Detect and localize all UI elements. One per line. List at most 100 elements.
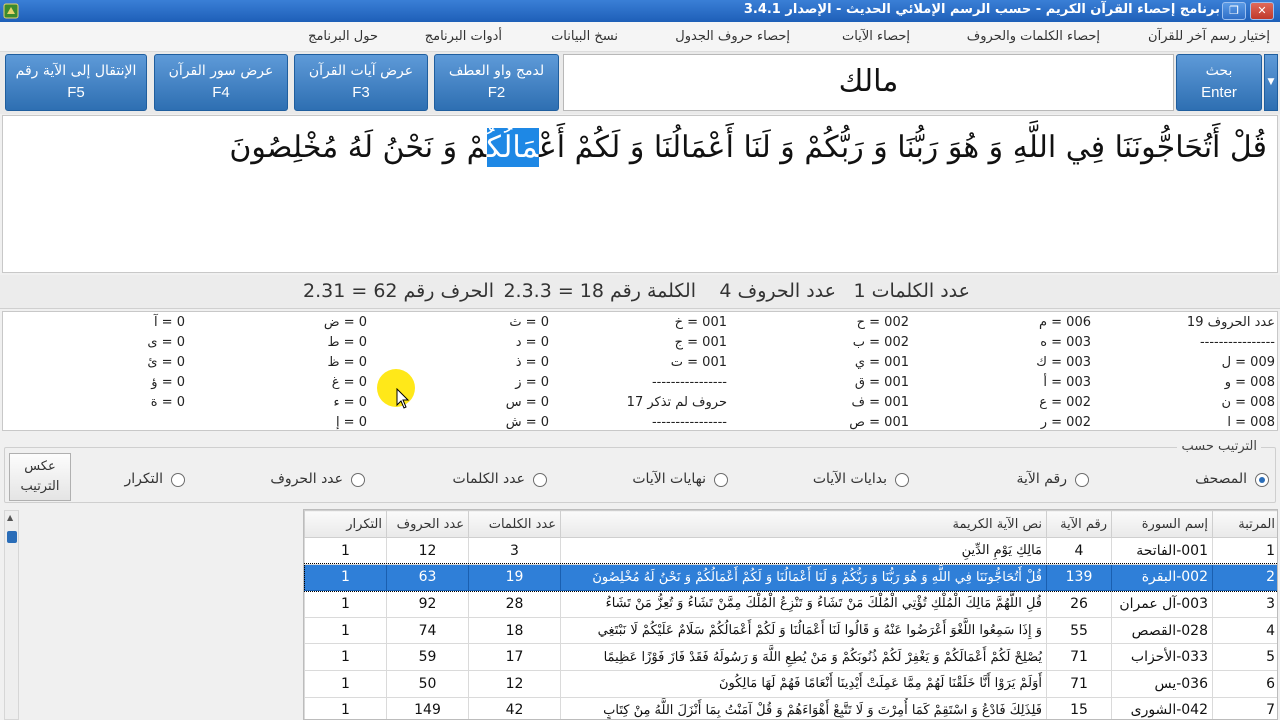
cell-rank: 5	[1212, 643, 1277, 671]
show-verses-button[interactable]: عرض آيات القرآن F3	[294, 54, 428, 111]
count-cell: 006 = م	[1038, 315, 1091, 330]
vertical-scrollbar[interactable]: ▲	[4, 510, 19, 720]
sort-group: الترتيب حسب المصحف رقم الآية بدايات الآي…	[4, 439, 1276, 503]
col-sura-name[interactable]: إسم السورة	[1111, 510, 1213, 538]
count-cell: 0 = ط	[327, 335, 367, 350]
show-suras-key: F4	[212, 84, 230, 101]
table-row-selected[interactable]: 1 63 19 قُلْ أَتُحَاجُّونَنَا فِي اللَّه…	[304, 563, 1277, 592]
count-cell: 002 = ح	[856, 315, 909, 330]
menu-count-table-letters[interactable]: إحصاء حروف الجدول	[675, 29, 790, 44]
merge-waw-button[interactable]: لدمج واو العطف F2	[434, 54, 559, 111]
table-row[interactable]: 1 50 12 أَوَلَمْ يَرَوْا أَنَّا خَلَقْنَ…	[304, 669, 1277, 698]
cell-rank: 2	[1212, 563, 1277, 592]
count-cell: 003 = ك	[1036, 355, 1091, 370]
table-row[interactable]: 1 149 42 فَلِذَلِكَ فَادْعُ وَ اسْتَقِمْ…	[304, 696, 1277, 719]
cell-sura-name: 002-البقرة	[1111, 563, 1213, 592]
verse-display[interactable]: قُلْ أَتُحَاجُّونَنَا فِي اللَّهِ وَ هُو…	[2, 115, 1278, 273]
table-row[interactable]: 1 12 3 مَالِكِ يَوْمِ الدِّينِ 4 001-الف…	[304, 537, 1277, 565]
menu-copy-data[interactable]: نسخ البيانات	[551, 29, 618, 44]
show-suras-button[interactable]: عرض سور القرآن F4	[154, 54, 288, 111]
col-repetition[interactable]: التكرار	[304, 510, 387, 538]
goto-verse-key: F5	[67, 84, 85, 101]
count-cell: 001 = ج	[674, 335, 727, 350]
sort-option-repetition[interactable]: التكرار	[105, 470, 185, 490]
col-verse-text[interactable]: نص الآية الكريمة	[560, 510, 1047, 538]
sort-option-word-count[interactable]: عدد الكلمات	[447, 470, 547, 490]
sort-option-verse-starts[interactable]: بدايات الآيات	[799, 470, 909, 490]
cell-verse-number: 26	[1046, 590, 1112, 618]
radio-circle	[351, 473, 365, 487]
count-cell: ----------------	[1199, 335, 1275, 350]
count-cell: 002 = ب	[852, 335, 909, 350]
table-row[interactable]: 1 74 18 وَ إِذَا سَمِعُوا اللَّغْوَ أَعْ…	[304, 616, 1277, 645]
cell-verse-text: أَوَلَمْ يَرَوْا أَنَّا خَلَقْنَا لَهُمْ…	[560, 669, 1047, 698]
goto-verse-button[interactable]: الإنتقال إلى الآية رقم F5	[5, 54, 147, 111]
count-cell: 0 = د	[515, 335, 549, 350]
count-cell: 0 = آ	[153, 315, 185, 330]
cell-rank: 3	[1212, 590, 1277, 618]
cell-repetition: 1	[304, 563, 387, 592]
search-input[interactable]: مالك	[563, 54, 1174, 111]
cell-sura-name: 001-الفاتحة	[1111, 537, 1213, 565]
verse-text-after: مْ وَ نَحْنُ لَهُ مُخْلِصُونَ	[229, 130, 487, 165]
sort-option-letter-count[interactable]: عدد الحروف	[265, 470, 365, 490]
window-title: برنامج إحصاء القرآن الكريم - حسب الرسم ا…	[743, 2, 1220, 17]
menu-count-verses[interactable]: إحصاء الآيات	[842, 29, 910, 44]
radio-circle	[171, 473, 185, 487]
count-cell: عدد الحروف 19	[1186, 315, 1275, 330]
menu-program-tools[interactable]: أدوات البرنامج	[425, 29, 502, 44]
verse-text-before: قُلْ أَتُحَاجُّونَنَا فِي اللَّهِ وَ هُو…	[538, 130, 1267, 165]
col-letter-count[interactable]: عدد الحروف	[386, 510, 469, 538]
col-verse-number[interactable]: رقم الآية	[1046, 510, 1112, 538]
count-cell: 0 = ء	[333, 395, 367, 410]
table-row[interactable]: 1 59 17 يُصْلِحْ لَكُمْ أَعْمَالَكُمْ وَ…	[304, 643, 1277, 671]
sort-option-label: عدد الحروف	[270, 471, 343, 487]
close-icon[interactable]: ✕	[1250, 2, 1274, 20]
merge-waw-label: لدمج واو العطف	[448, 63, 545, 79]
col-word-count[interactable]: عدد الكلمات	[468, 510, 561, 538]
cell-verse-text: يُصْلِحْ لَكُمْ أَعْمَالَكُمْ وَ يَغْفِر…	[560, 643, 1047, 671]
cell-repetition: 1	[304, 696, 387, 719]
cell-verse-text: قُلِ اللَّهُمَّ مَالِكَ الْمُلْكِ تُؤْتِ…	[560, 590, 1047, 618]
menu-count-words-letters[interactable]: إحصاء الكلمات والحروف	[967, 29, 1100, 44]
cell-word-count: 18	[468, 616, 561, 645]
cell-letter-count: 74	[386, 616, 469, 645]
scroll-thumb[interactable]	[7, 531, 17, 543]
col-rank[interactable]: المرتبة	[1212, 510, 1277, 538]
search-button[interactable]: بحث Enter	[1176, 54, 1262, 111]
cell-verse-text: مَالِكِ يَوْمِ الدِّينِ	[560, 537, 1047, 565]
sort-option-verse-number[interactable]: رقم الآية	[999, 470, 1089, 490]
count-cell: 0 = ظ	[327, 355, 367, 370]
sort-option-mushaf[interactable]: المصحف	[1179, 470, 1269, 490]
count-cell: 0 = ة	[150, 395, 185, 410]
verse-text: قُلْ أَتُحَاجُّونَنَا فِي اللَّهِ وَ هُو…	[229, 128, 1267, 167]
restore-icon[interactable]: ❐	[1222, 2, 1246, 20]
scroll-up-icon[interactable]: ▲	[7, 513, 13, 522]
radio-circle	[1075, 473, 1089, 487]
reverse-order-label-1: عكس	[24, 459, 56, 474]
cell-rank: 1	[1212, 537, 1277, 565]
cell-verse-number: 71	[1046, 669, 1112, 698]
cell-letter-count: 63	[386, 563, 469, 592]
sort-legend: الترتيب حسب	[1177, 439, 1261, 454]
count-cell: 001 = ت	[670, 355, 727, 370]
cell-sura-name: 033-الأحزاب	[1111, 643, 1213, 671]
reverse-order-button[interactable]: عكس الترتيب	[9, 453, 71, 501]
letter-counts-panel: عدد الحروف 19 ---------------- 009 = ل 0…	[2, 311, 1278, 431]
menu-about[interactable]: حول البرنامج	[308, 29, 378, 44]
menu-choose-script[interactable]: إختيار رسم آخر للقرآن	[1148, 29, 1270, 44]
cell-verse-number: 139	[1046, 563, 1112, 592]
cell-sura-name: 036-يس	[1111, 669, 1213, 698]
count-cell: 008 = ا	[1227, 415, 1275, 430]
cell-rank: 7	[1212, 696, 1277, 719]
cell-sura-name: 003-آل عمران	[1111, 590, 1213, 618]
cell-word-count: 28	[468, 590, 561, 618]
cell-rank: 6	[1212, 669, 1277, 698]
count-cell: 003 = ه	[1040, 335, 1091, 350]
table-row[interactable]: 1 92 28 قُلِ اللَّهُمَّ مَالِكَ الْمُلْك…	[304, 590, 1277, 618]
cell-verse-text: قُلْ أَتُحَاجُّونَنَا فِي اللَّهِ وَ هُو…	[560, 563, 1047, 592]
show-verses-key: F3	[352, 84, 370, 101]
chevron-down-icon[interactable]: ▼	[1264, 54, 1278, 111]
menu-bar: إختيار رسم آخر للقرآن إحصاء الكلمات والح…	[0, 22, 1280, 52]
sort-option-verse-ends[interactable]: نهايات الآيات	[618, 470, 728, 490]
